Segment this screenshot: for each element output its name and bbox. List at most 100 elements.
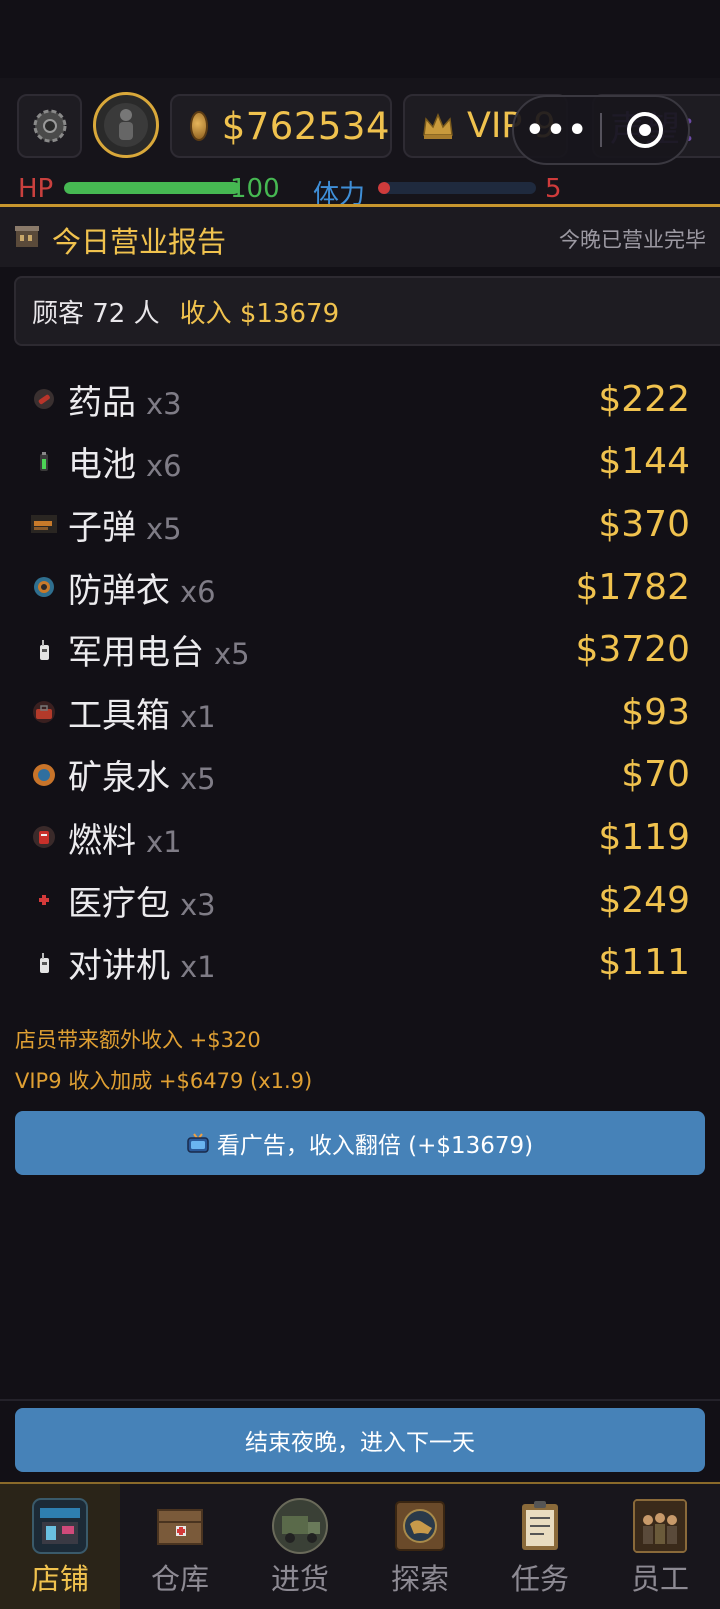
tab-explore[interactable]: 探索 bbox=[360, 1484, 480, 1609]
report-status: 今晚已营业完毕 bbox=[559, 228, 706, 252]
fuel-icon bbox=[31, 824, 57, 850]
item-name: 燃料 bbox=[68, 820, 136, 861]
item-price: $3720 bbox=[575, 629, 690, 671]
item-price: $370 bbox=[598, 503, 690, 545]
tab-restock-label: 进货 bbox=[270, 1562, 329, 1596]
tab-tasks[interactable]: 任务 bbox=[480, 1484, 600, 1609]
item-quantity: x5 bbox=[180, 762, 216, 797]
target-icon bbox=[626, 112, 663, 148]
staff-bonus-text: 店员带来额外收入 +$320 bbox=[15, 1028, 261, 1052]
tab-staff[interactable]: 员工 bbox=[600, 1484, 720, 1609]
list-item: 子弹 x5 $370 bbox=[0, 493, 720, 556]
medkit-icon bbox=[31, 887, 57, 913]
watch-ad-double-button[interactable]: 看广告，收入翻倍 (+$13679) bbox=[15, 1111, 705, 1175]
list-item: 军用电台 x5 $3720 bbox=[0, 618, 720, 681]
stamina-value: 5 bbox=[545, 174, 562, 204]
item-name: 医疗包 bbox=[68, 883, 170, 924]
player-stats: HP 100 体力 5 bbox=[18, 174, 718, 210]
stamina-bar-fill bbox=[378, 182, 390, 194]
walkie-talkie-icon bbox=[31, 950, 57, 976]
bottom-nav: 店铺 仓库 进货 探索 任务 员工 bbox=[0, 1484, 720, 1609]
avatar[interactable] bbox=[93, 92, 159, 158]
item-price: $144 bbox=[598, 441, 690, 483]
water-icon bbox=[31, 762, 57, 788]
item-name: 药品 bbox=[68, 382, 136, 423]
list-item: 燃料 x1 $119 bbox=[0, 806, 720, 869]
item-name: 对讲机 bbox=[68, 946, 170, 987]
item-price: $93 bbox=[621, 691, 690, 733]
clipboard-icon bbox=[522, 1501, 558, 1550]
list-item: 医疗包 x3 $249 bbox=[0, 869, 720, 932]
hp-bar-fill bbox=[64, 182, 240, 194]
item-price: $249 bbox=[598, 879, 690, 921]
item-quantity: x5 bbox=[146, 511, 182, 546]
toolbox-icon bbox=[31, 699, 57, 725]
tv-icon bbox=[187, 1133, 209, 1153]
item-name: 军用电台 bbox=[68, 633, 204, 674]
money-value: $762534 bbox=[221, 104, 390, 148]
tab-shop-label: 店铺 bbox=[30, 1562, 89, 1596]
end-night-label: 结束夜晚，进入下一天 bbox=[245, 1430, 475, 1456]
item-name: 矿泉水 bbox=[68, 758, 170, 799]
end-night-button[interactable]: 结束夜晚，进入下一天 bbox=[15, 1408, 705, 1472]
list-item: 对讲机 x1 $111 bbox=[0, 931, 720, 994]
coin-icon bbox=[190, 111, 208, 141]
crown-icon bbox=[423, 113, 453, 139]
staff-icon bbox=[633, 1499, 687, 1553]
item-quantity: x5 bbox=[214, 637, 250, 672]
item-quantity: x3 bbox=[146, 386, 182, 421]
item-name: 防弹衣 bbox=[68, 570, 170, 611]
vip-bonus-text: VIP9 收入加成 +$6479 (x1.9) bbox=[15, 1069, 313, 1093]
tab-warehouse[interactable]: 仓库 bbox=[120, 1484, 240, 1609]
medicine-icon bbox=[31, 386, 57, 412]
item-price: $1782 bbox=[575, 566, 690, 608]
tab-explore-label: 探索 bbox=[390, 1562, 449, 1596]
item-quantity: x6 bbox=[180, 574, 216, 609]
item-name: 工具箱 bbox=[68, 695, 170, 736]
item-quantity: x1 bbox=[146, 824, 182, 859]
sales-list: 药品 x3 $222 电池 x6 $144 子弹 x5 $370 防弹衣 x6 $178… bbox=[0, 368, 720, 994]
tab-restock[interactable]: 进货 bbox=[240, 1484, 360, 1609]
report-title: 今日营业报告 bbox=[52, 225, 227, 259]
item-price: $111 bbox=[598, 942, 690, 984]
item-quantity: x1 bbox=[180, 699, 216, 734]
truck-icon bbox=[272, 1498, 328, 1554]
daily-summary: 顾客 72 人 收入 $13679 bbox=[14, 276, 720, 346]
list-item: 电池 x6 $144 bbox=[0, 431, 720, 494]
hp-bar bbox=[64, 182, 240, 194]
total-income: 收入 $13679 bbox=[179, 298, 340, 329]
tab-staff-label: 员工 bbox=[630, 1562, 689, 1596]
item-price: $70 bbox=[621, 754, 690, 796]
tab-shop[interactable]: 店铺 bbox=[0, 1484, 120, 1609]
vest-icon bbox=[31, 574, 57, 600]
list-item: 药品 x3 $222 bbox=[0, 368, 720, 431]
bullet-icon bbox=[31, 511, 57, 537]
more-options-button[interactable]: ••• bbox=[514, 113, 600, 148]
list-item: 矿泉水 x5 $70 bbox=[0, 744, 720, 807]
list-item: 防弹衣 x6 $1782 bbox=[0, 556, 720, 619]
tab-tasks-label: 任务 bbox=[510, 1562, 569, 1596]
settings-button[interactable] bbox=[17, 94, 82, 158]
warehouse-icon bbox=[157, 1509, 203, 1545]
close-miniprogram-button[interactable] bbox=[602, 112, 688, 148]
item-name: 子弹 bbox=[68, 507, 136, 548]
survivor-avatar-icon bbox=[104, 103, 148, 147]
footer-divider bbox=[0, 1399, 720, 1401]
item-quantity: x6 bbox=[146, 449, 182, 484]
shop-icon bbox=[32, 1498, 88, 1554]
list-item: 工具箱 x1 $93 bbox=[0, 681, 720, 744]
miniprogram-capsule: ••• bbox=[512, 95, 690, 165]
map-icon bbox=[395, 1501, 445, 1551]
gear-icon bbox=[33, 109, 66, 143]
tab-warehouse-label: 仓库 bbox=[150, 1562, 209, 1596]
stamina-bar bbox=[378, 182, 536, 194]
report-header: 今日营业报告 今晚已营业完毕 bbox=[0, 207, 720, 267]
shop-report-icon bbox=[15, 226, 39, 247]
item-name: 电池 bbox=[68, 445, 136, 486]
battery-icon bbox=[31, 449, 57, 475]
item-quantity: x3 bbox=[180, 887, 216, 922]
watch-ad-label: 看广告，收入翻倍 (+$13679) bbox=[216, 1133, 534, 1159]
item-quantity: x1 bbox=[180, 950, 216, 985]
money-display: $762534 bbox=[170, 94, 392, 158]
radio-icon bbox=[31, 637, 57, 663]
